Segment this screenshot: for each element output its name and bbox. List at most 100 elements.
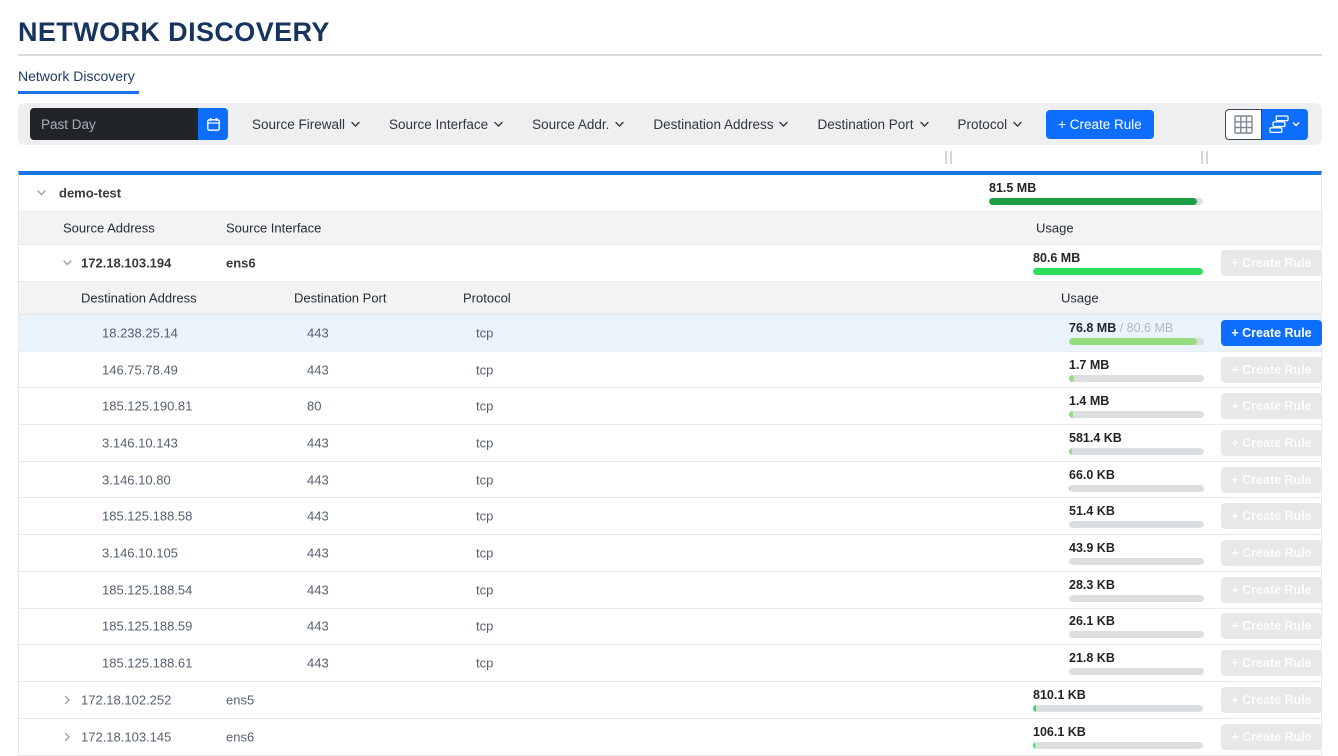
destination-port: 80	[307, 399, 321, 414]
usage-bar	[1069, 338, 1204, 345]
usage-bar	[1069, 631, 1204, 638]
create-rule-button: + Create Rule	[1221, 577, 1322, 603]
col-header-usage: Usage	[1036, 221, 1074, 236]
chevron-down-icon	[1011, 118, 1024, 131]
destination-address: 185.125.188.61	[102, 656, 192, 671]
destination-port: 443	[307, 362, 329, 377]
chevron-down-icon	[492, 118, 505, 131]
destination-port: 443	[307, 545, 329, 560]
create-rule-button: + Create Rule	[1221, 430, 1322, 456]
usage-label: 80.6 MB	[1033, 251, 1203, 265]
usage-bar-fill	[989, 198, 1197, 205]
source-address: 172.18.103.194	[81, 256, 171, 271]
usage-bar	[1069, 558, 1204, 565]
date-range-input[interactable]	[30, 108, 198, 140]
filter-protocol[interactable]: Protocol	[958, 117, 1025, 132]
usage-bar	[1069, 448, 1204, 455]
destination-port: 443	[307, 472, 329, 487]
usage-bar	[1069, 411, 1204, 418]
usage-cell: 1.4 MB	[1069, 394, 1204, 418]
destination-row: 185.125.188.59443tcp26.1 KB+ Create Rule	[19, 609, 1321, 646]
destination-port: 443	[307, 325, 329, 340]
filter-source-interface[interactable]: Source Interface	[389, 117, 505, 132]
create-rule-button[interactable]: + Create Rule	[1221, 320, 1322, 346]
usage-cell: 43.9 KB	[1069, 541, 1204, 565]
protocol: tcp	[476, 619, 493, 634]
usage-cell: 81.5 MB	[989, 181, 1203, 205]
usage-cell: 76.8 MB / 80.6 MB	[1069, 321, 1204, 345]
filter-source-addr[interactable]: Source Addr.	[532, 117, 626, 132]
network-discovery-page: NETWORK DISCOVERY Network Discovery Sour…	[0, 0, 1338, 756]
usage-cell: 21.8 KB	[1069, 651, 1204, 675]
destination-address: 3.146.10.105	[102, 545, 178, 560]
chevron-down-icon	[349, 118, 362, 131]
filter-label: Destination Port	[817, 117, 913, 132]
usage-bar	[1033, 742, 1203, 749]
destination-port: 443	[307, 619, 329, 634]
create-rule-button: + Create Rule	[1221, 687, 1322, 713]
tab-network-discovery[interactable]: Network Discovery	[18, 68, 139, 94]
usage-cell: 581.4 KB	[1069, 431, 1204, 455]
filter-label: Source Addr.	[532, 117, 609, 132]
usage-bar	[1069, 521, 1204, 528]
toolbar: Source Firewall Source Interface Source Ad…	[18, 103, 1322, 145]
protocol: tcp	[476, 545, 493, 560]
destination-row: 185.125.188.58443tcp51.4 KB+ Create Rule	[19, 498, 1321, 535]
expand-chevron-icon[interactable]	[61, 693, 74, 706]
usage-bar	[989, 198, 1203, 205]
usage-label: 106.1 KB	[1033, 725, 1203, 739]
expand-chevron-icon[interactable]	[35, 187, 48, 200]
usage-label: 26.1 KB	[1069, 614, 1204, 628]
destination-row: 3.146.10.105 443 tcp 43.9 KB + Create Rule	[19, 535, 1321, 572]
expand-chevron-icon[interactable]	[61, 730, 74, 743]
filter-destination-address[interactable]: Destination Address	[653, 117, 790, 132]
destination-row: 18.238.25.14443tcp76.8 MB / 80.6 MB+ Cre…	[19, 315, 1321, 352]
protocol: tcp	[476, 435, 493, 450]
calendar-button[interactable]	[198, 108, 228, 140]
create-rule-button: + Create Rule	[1221, 650, 1322, 676]
protocol: tcp	[476, 656, 493, 671]
usage-label: 51.4 KB	[1069, 504, 1204, 518]
firewall-name: demo-test	[59, 186, 121, 201]
chevron-down-icon	[613, 118, 626, 131]
usage-cell: 26.1 KB	[1069, 614, 1204, 638]
destination-address: 3.146.10.80	[102, 472, 171, 487]
destination-address: 18.238.25.14	[102, 325, 178, 340]
destination-row: 185.125.190.8180tcp1.4 MB+ Create Rule	[19, 388, 1321, 425]
destination-address: 185.125.190.81	[102, 399, 192, 414]
expand-chevron-icon[interactable]	[61, 257, 74, 270]
filter-label: Source Firewall	[252, 117, 345, 132]
tab-bar: Network Discovery	[18, 68, 1322, 94]
destination-port: 443	[307, 435, 329, 450]
usage-label: 21.8 KB	[1069, 651, 1204, 665]
usage-bar-fill	[1069, 338, 1197, 345]
tab-label: Network Discovery	[18, 68, 135, 84]
create-rule-button: + Create Rule	[1221, 503, 1322, 529]
filter-group: Source Firewall Source Interface Source Ad…	[252, 117, 1024, 132]
destination-row: 185.125.188.61443tcp21.8 KB+ Create Rule	[19, 645, 1321, 682]
grid-view-button[interactable]	[1225, 109, 1262, 140]
source-address: 172.18.102.252	[81, 692, 171, 707]
create-rule-button: + Create Rule	[1221, 540, 1322, 566]
usage-bar	[1069, 485, 1204, 492]
usage-bar	[1033, 705, 1203, 712]
col-header-source-interface: Source Interface	[226, 221, 321, 236]
protocol: tcp	[476, 472, 493, 487]
resize-handle[interactable]	[1201, 151, 1208, 164]
create-rule-toolbar-button[interactable]: + Create Rule	[1046, 110, 1154, 139]
col-header-protocol: Protocol	[463, 291, 511, 306]
destination-header-row: Destination AddressDestination PortProto…	[19, 282, 1321, 315]
chevron-down-icon	[918, 118, 931, 131]
column-resize-handles	[18, 145, 1322, 171]
tree-view-button[interactable]	[1262, 109, 1308, 140]
usage-label: 1.7 MB	[1069, 358, 1204, 372]
filter-destination-port[interactable]: Destination Port	[817, 117, 930, 132]
destination-address: 3.146.10.143	[102, 435, 178, 450]
usage-bar	[1069, 668, 1204, 675]
resize-handle[interactable]	[945, 151, 952, 164]
chevron-down-icon	[777, 118, 790, 131]
discovery-table: demo-test81.5 MBSource AddressSource Int…	[18, 171, 1322, 756]
usage-cell: 51.4 KB	[1069, 504, 1204, 528]
usage-bar	[1069, 595, 1204, 602]
filter-source-firewall[interactable]: Source Firewall	[252, 117, 362, 132]
